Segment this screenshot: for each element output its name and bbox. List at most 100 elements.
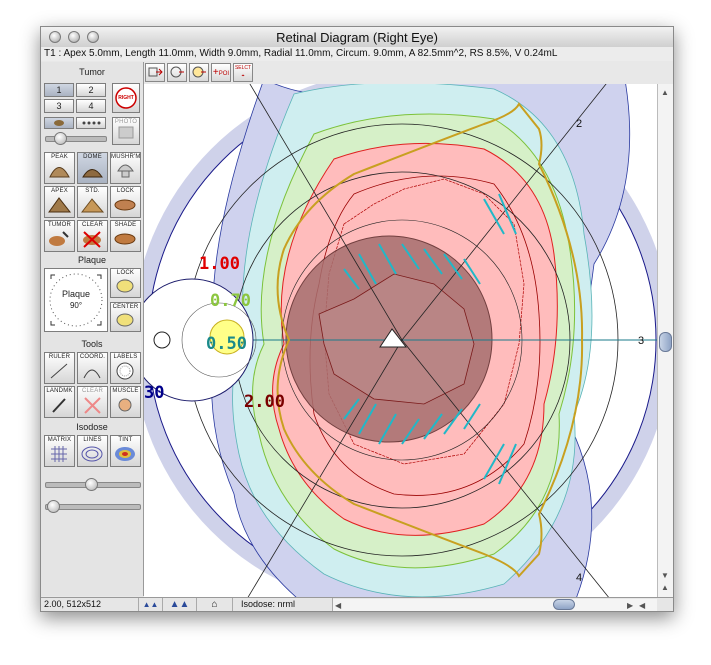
shade-button[interactable]: SHADE xyxy=(110,220,141,252)
window-title: Retinal Diagram (Right Eye) xyxy=(276,30,438,45)
select-label: SELCT xyxy=(234,65,252,71)
scroll-left-arrow-icon[interactable]: ◀ xyxy=(335,599,341,611)
isodose-slider-2-knob[interactable] xyxy=(47,500,60,513)
grid-arrow-icon xyxy=(148,67,163,77)
tint-button[interactable]: TINT xyxy=(110,435,141,467)
apex-button[interactable]: APEX xyxy=(44,186,75,218)
plaque-center-button[interactable]: CENTER xyxy=(110,302,141,332)
matrix-grid-icon xyxy=(51,446,67,462)
lock-shape-button[interactable]: LOCK xyxy=(110,186,141,218)
clear-x-icon xyxy=(83,231,101,248)
isodose-mode-readout: Isodose: nrml xyxy=(233,598,333,611)
photo-button[interactable]: PHOTO xyxy=(112,117,140,145)
retina-map: 2 3 4 1.00 0.70 0.50 2.00 30 xyxy=(144,84,657,597)
crosshair-icon: ⌖ xyxy=(241,73,245,79)
right-eye-button[interactable]: RIGHT xyxy=(112,83,140,113)
isodose-section-title: Isodose xyxy=(76,422,108,432)
apex-shape-icon xyxy=(48,197,72,213)
landmark-pencil-icon xyxy=(52,398,66,413)
scroll-right-arrow-icon[interactable]: ▶ xyxy=(627,599,633,611)
right-eye-label: RIGHT xyxy=(118,95,134,101)
retinal-diagram-canvas[interactable]: 2 3 4 1.00 0.70 0.50 2.00 30 xyxy=(144,84,657,597)
mushroom-label: MUSHR'M xyxy=(111,154,141,160)
toolbar-view-button-2[interactable] xyxy=(167,63,187,82)
tumor-ellipse-icon xyxy=(114,199,136,211)
photo-label: PHOTO xyxy=(114,119,138,125)
vertical-scrollbar[interactable]: ▲ ▼ ▲ xyxy=(657,84,673,597)
clear-tumor-button[interactable]: CLEAR xyxy=(77,220,108,252)
plaque-angle-value: 90° xyxy=(69,301,83,310)
isodose-label-100: 1.00 xyxy=(199,254,240,274)
plaque-rotation-dial[interactable]: Plaque 90° xyxy=(44,268,108,332)
tumor-2-button[interactable]: 2 xyxy=(76,83,106,97)
isodose-lines-icon xyxy=(81,446,103,462)
clear-tumor-label: CLEAR xyxy=(81,222,103,228)
plaque-lock-icon xyxy=(116,279,134,293)
home-icon: ⌂ xyxy=(211,599,218,610)
tumor-section-title: Tumor xyxy=(79,67,105,77)
add-poi-button[interactable]: +POI xyxy=(211,63,231,82)
retinal-diagram-window: Retinal Diagram (Right Eye) T1 : Apex 5.… xyxy=(40,26,674,612)
coordinates-label: COORD. xyxy=(79,354,106,360)
scroll-up-arrow-icon-2[interactable]: ▲ xyxy=(661,583,669,592)
labels-clock-icon xyxy=(116,362,134,380)
muscle-icon xyxy=(118,398,132,412)
zoom-out-button[interactable]: ▲▲ xyxy=(139,598,163,611)
meridian-label-4: 4 xyxy=(576,572,582,584)
horizontal-scroll-thumb[interactable] xyxy=(553,599,575,610)
display-mode-single-button[interactable] xyxy=(44,117,74,129)
tools-section-title: Tools xyxy=(81,339,103,349)
clear-tools-button[interactable]: CLEAR xyxy=(77,386,108,418)
vertical-scroll-thumb[interactable] xyxy=(659,332,672,352)
muscle-label: MUSCLE xyxy=(112,388,139,394)
tumor-3-button[interactable]: 3 xyxy=(44,99,74,113)
dome-shape-icon xyxy=(82,169,103,178)
muscle-button[interactable]: MUSCLE xyxy=(110,386,141,418)
diagram-toolbar: +POI SELCT ⌖ xyxy=(141,62,673,84)
title-bar[interactable]: Retinal Diagram (Right Eye) xyxy=(41,27,673,48)
isodose-label-200: 2.00 xyxy=(244,392,285,412)
scroll-up-arrow-icon[interactable]: ▲ xyxy=(661,88,669,97)
horizontal-scrollbar[interactable]: ◀ ▶ ◀ xyxy=(333,599,657,611)
home-button[interactable]: ⌂ xyxy=(197,598,233,611)
landmark-button[interactable]: LANDMK xyxy=(44,386,75,418)
left-tool-panel: Tumor 1 2 3 4 RIGHT PHOTO PEAK DOME MUSH… xyxy=(41,62,144,596)
peak-button[interactable]: PEAK xyxy=(44,152,75,184)
plaque-lock-button[interactable]: LOCK xyxy=(110,268,141,298)
ruler-button[interactable]: RULER xyxy=(44,352,75,384)
circle-arrow-icon xyxy=(192,66,206,78)
photo-icon xyxy=(118,126,134,139)
labels-button[interactable]: LABELS xyxy=(110,352,141,384)
large-mountain-icon: ▲▲ xyxy=(169,599,190,610)
shade-ellipse-icon xyxy=(114,233,136,245)
scale-readout: 2.00, 512x512 xyxy=(41,598,139,611)
scroll-left-arrow-icon-2[interactable]: ◀ xyxy=(639,599,645,611)
matrix-button[interactable]: MATRIX xyxy=(44,435,75,467)
toolbar-view-button-1[interactable] xyxy=(145,63,165,82)
single-dot-icon xyxy=(54,120,64,126)
peak-shape-icon xyxy=(49,167,70,178)
tumor-slider-knob[interactable] xyxy=(54,132,67,145)
poi-label: POI xyxy=(218,71,230,77)
standard-button[interactable]: STD. xyxy=(77,186,108,218)
zoom-in-button[interactable]: ▲▲ xyxy=(163,598,197,611)
scroll-down-arrow-icon[interactable]: ▼ xyxy=(661,571,669,580)
plaque-center-label: CENTER xyxy=(112,304,139,310)
toolbar-view-button-3[interactable] xyxy=(189,63,209,82)
tumor-4-button[interactable]: 4 xyxy=(76,99,106,113)
select-button[interactable]: SELCT ⌖ xyxy=(233,63,253,82)
isodose-tint-icon xyxy=(115,447,135,461)
lines-button[interactable]: LINES xyxy=(77,435,108,467)
isodose-label-70: 0.70 xyxy=(210,291,251,311)
meridian-label-3: 3 xyxy=(638,335,644,347)
labels-label: LABELS xyxy=(113,354,138,360)
isodose-slider-1-knob[interactable] xyxy=(85,478,98,491)
dome-button[interactable]: DOME xyxy=(77,152,108,184)
tumor-1-button[interactable]: 1 xyxy=(44,83,74,97)
small-mountain-icon: ▲▲ xyxy=(142,600,159,609)
display-mode-multi-button[interactable] xyxy=(76,117,106,129)
mushroom-button[interactable]: MUSHR'M xyxy=(110,152,141,184)
tumor-draw-button[interactable]: TUMOR xyxy=(44,220,75,252)
plaque-dial-icon xyxy=(49,273,103,327)
coordinates-button[interactable]: COORD. xyxy=(77,352,108,384)
